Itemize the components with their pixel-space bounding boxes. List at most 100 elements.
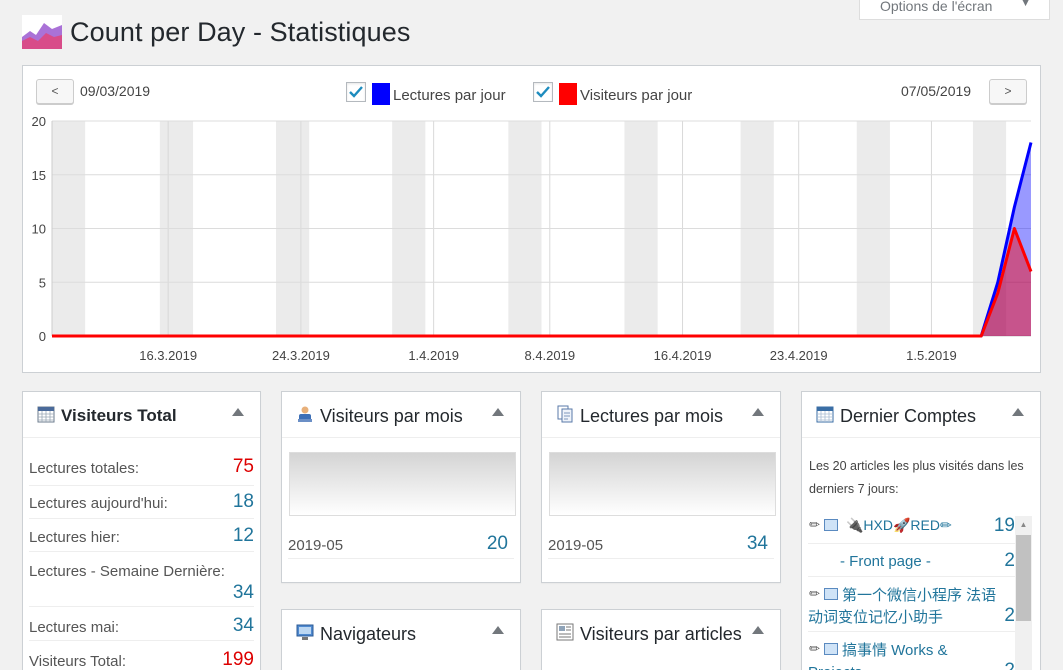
widget-header: Visiteurs Total	[23, 392, 260, 438]
month-value: 20	[486, 533, 508, 554]
screen-options-label: Options de l'écran	[880, 0, 993, 14]
article-icon	[556, 623, 574, 641]
calendar-icon	[816, 406, 834, 423]
widget-title: Visiteurs par mois	[320, 406, 463, 426]
page-header: Count per Day - Statistiques	[22, 14, 410, 50]
end-date: 07/05/2019	[901, 83, 972, 99]
widget-header: Dernier Comptes	[802, 392, 1040, 438]
legend-label: Visiteurs par jour	[580, 86, 693, 104]
start-date: 09/03/2019	[80, 83, 151, 99]
chart-logo-icon	[22, 15, 62, 49]
article-link[interactable]: 搞事情 Works & Projects	[808, 640, 998, 670]
stat-value: 199	[222, 649, 254, 670]
article-count: 2	[1004, 605, 1015, 626]
month-label: 2019-05	[288, 537, 344, 554]
x-tick-label: 8.4.2019	[524, 348, 575, 363]
month-bar	[289, 452, 516, 516]
widget-title: Lectures par mois	[580, 406, 724, 426]
visiteurs-checkbox[interactable]	[533, 82, 553, 102]
collapse-toggle-icon[interactable]	[492, 408, 504, 416]
stat-value: 34	[232, 615, 254, 636]
article-count: 2	[1004, 660, 1015, 670]
prev-period-button[interactable]: <	[36, 79, 74, 104]
stat-label: Lectures aujourd'hui:	[29, 495, 168, 512]
y-tick-label: 5	[39, 275, 46, 290]
scroll-up-arrow-icon[interactable]: ▲	[1015, 516, 1032, 533]
next-period-button[interactable]: >	[989, 79, 1027, 104]
article-link[interactable]: 第一个微信小程序 法语动词变位记忆小助手	[808, 585, 998, 629]
legend-item-lectures: Lectures par jour	[346, 79, 506, 105]
lectures-checkbox[interactable]	[346, 82, 366, 102]
page-title: Count per Day - Statistiques	[70, 16, 411, 47]
article-link[interactable]: - Front page -	[840, 553, 931, 570]
stat-row: Lectures totales: 75	[29, 452, 254, 486]
daily-chart: 0 5 10 15 20 16.3.2019 24.3.2019 1.4.2019 8.4.20…	[32, 114, 1033, 363]
widget-header: Visiteurs par articles	[542, 610, 780, 670]
y-tick-label: 15	[32, 168, 46, 183]
month-row: 2019-05 34	[548, 525, 774, 559]
month-bar	[549, 452, 776, 516]
chevron-down-icon: ▼	[1020, 0, 1031, 9]
month-row: 2019-05 20	[288, 525, 514, 559]
list-item: - Front page - 2	[808, 544, 1015, 577]
collapse-toggle-icon[interactable]	[492, 626, 504, 634]
y-tick-label: 20	[32, 114, 46, 129]
stat-value: 18	[232, 491, 254, 512]
stat-label: Lectures mai:	[29, 619, 120, 636]
article-count: 2	[1004, 550, 1015, 571]
check-icon	[349, 86, 363, 98]
stat-label: Visiteurs Total:	[29, 653, 126, 670]
month-value: 34	[746, 533, 768, 554]
widget-visiteurs-total: Visiteurs Total Lectures totales: 75 Lec…	[22, 391, 261, 670]
user-icon	[298, 406, 312, 422]
widget-dernier-comptes: Dernier Comptes Les 20 articles les plus…	[801, 391, 1041, 670]
legend-item-visiteurs: Visiteurs par jour	[533, 79, 692, 105]
stat-label: Lectures - Semaine Dernière:	[29, 563, 225, 580]
stat-row: Lectures hier: 12	[29, 519, 254, 552]
stat-row: Lectures - Semaine Dernière: 34	[29, 552, 254, 607]
widget-visiteurs-par-articles: Visiteurs par articles	[541, 609, 781, 670]
monitor-icon	[296, 624, 314, 640]
top-articles-list: ✏ 🔌HXD🚀RED✏ 19 - Front page - 2 ✏ 第一个微信小…	[802, 512, 1015, 670]
stat-row: Lectures mai: 34	[29, 607, 254, 641]
edit-pencil-icon[interactable]: ✏	[809, 517, 820, 533]
list-item: ✏ 搞事情 Works & Projects 2	[808, 632, 1015, 670]
widget-title: Navigateurs	[320, 624, 417, 644]
article-count: 19	[993, 515, 1015, 536]
widget-title: Visiteurs Total	[61, 406, 177, 425]
chart-panel: < 09/03/2019 Lectures par jour Visiteurs…	[22, 65, 1041, 373]
collapse-toggle-icon[interactable]	[752, 408, 764, 416]
scrollbar-thumb[interactable]	[1016, 535, 1031, 621]
calendar-grid-icon	[37, 406, 55, 423]
collapse-toggle-icon[interactable]	[752, 626, 764, 634]
stat-row: Lectures aujourd'hui: 18	[29, 486, 254, 519]
x-tick-label: 23.4.2019	[770, 348, 828, 363]
x-tick-label: 24.3.2019	[272, 348, 330, 363]
lectures-swatch	[372, 83, 390, 105]
widget-title: Dernier Comptes	[840, 406, 977, 426]
visiteurs-swatch	[559, 83, 577, 105]
stat-label: Lectures hier:	[29, 529, 120, 546]
widget-title: Visiteurs par articles	[580, 624, 742, 644]
collapse-toggle-icon[interactable]	[232, 408, 244, 416]
collapse-toggle-icon[interactable]	[1012, 408, 1024, 416]
screen-options-button[interactable]: Options de l'écran ▼	[859, 0, 1050, 20]
x-tick-label: 16.3.2019	[139, 348, 197, 363]
list-item: ✏ 🔌HXD🚀RED✏ 19	[808, 512, 1015, 544]
x-tick-label: 1.4.2019	[408, 348, 459, 363]
stat-value: 12	[232, 525, 254, 546]
x-tick-label: 16.4.2019	[654, 348, 712, 363]
x-tick-label: 1.5.2019	[906, 348, 957, 363]
stat-value: 75	[232, 456, 254, 477]
scrollbar[interactable]: ▲	[1015, 516, 1032, 670]
view-icon[interactable]	[824, 519, 838, 531]
month-label: 2019-05	[548, 537, 604, 554]
widget-lectures-par-mois: Lectures par mois 2019-05 34	[541, 391, 781, 583]
stat-value: 34	[232, 582, 254, 603]
article-link[interactable]: 🔌HXD🚀RED✏	[846, 517, 952, 534]
y-tick-label: 10	[32, 222, 46, 237]
check-icon	[536, 86, 550, 98]
y-tick-label: 0	[39, 329, 46, 344]
widget-header: Navigateurs	[282, 610, 520, 656]
widget-navigateurs: Navigateurs	[281, 609, 521, 670]
